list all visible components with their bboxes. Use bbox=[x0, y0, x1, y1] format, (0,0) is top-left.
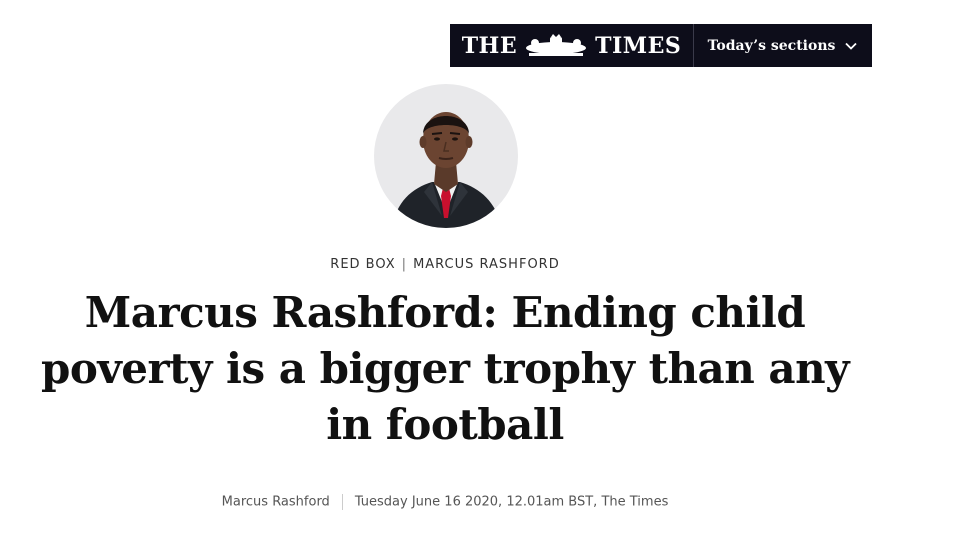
logo-text-times: TIMES bbox=[595, 32, 682, 59]
kicker-author-link[interactable]: MARCUS RASHFORD bbox=[413, 257, 560, 272]
the-times-logo[interactable]: THE TIMES bbox=[450, 24, 694, 67]
author-portrait bbox=[392, 112, 502, 228]
article-kicker: RED BOX | MARCUS RASHFORD bbox=[0, 257, 890, 272]
kicker-section-link[interactable]: RED BOX bbox=[330, 257, 395, 272]
article-byline: Marcus Rashford Tuesday June 16 2020, 12.… bbox=[0, 494, 890, 510]
kicker-separator: | bbox=[401, 257, 408, 272]
byline-divider bbox=[341, 494, 343, 510]
chevron-down-icon bbox=[845, 42, 858, 50]
todays-sections-label: Today’s sections bbox=[707, 37, 836, 54]
logo-text-the: THE bbox=[461, 32, 518, 59]
byline-dateline: Tuesday June 16 2020, 12.01am BST, The T… bbox=[354, 494, 669, 510]
byline-author-link[interactable]: Marcus Rashford bbox=[222, 495, 330, 510]
todays-sections-button[interactable]: Today’s sections bbox=[694, 24, 872, 67]
article-headline: Marcus Rashford: Ending child poverty is… bbox=[40, 288, 850, 449]
royal-crest-icon bbox=[526, 33, 587, 56]
masthead-bar: THE TIMES Today’s sections bbox=[450, 24, 872, 67]
author-avatar bbox=[374, 84, 518, 228]
